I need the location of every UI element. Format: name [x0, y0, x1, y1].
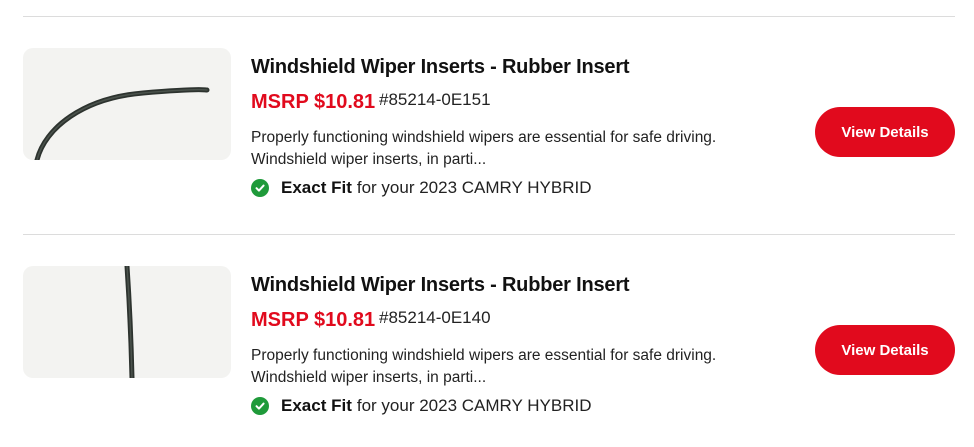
description-line: Windshield wiper inserts, in parti...	[251, 151, 487, 168]
part-number: #85214-0E151	[379, 90, 491, 109]
wiper-insert-straight-image	[124, 266, 135, 378]
product-card: Windshield Wiper Inserts - Rubber Insert…	[0, 48, 974, 248]
product-title[interactable]: Windshield Wiper Inserts - Rubber Insert	[251, 274, 630, 297]
exact-fit-label: Exact Fit	[281, 396, 352, 415]
fitment-info: Exact Fit for your 2023 CAMRY HYBRID	[251, 178, 592, 198]
divider	[23, 234, 955, 235]
product-description: Properly functioning windshield wipers a…	[251, 127, 781, 171]
product-image[interactable]	[23, 48, 231, 160]
divider	[23, 16, 955, 17]
description-line: Properly functioning windshield wipers a…	[251, 347, 717, 364]
exact-fit-label: Exact Fit	[281, 178, 352, 197]
product-description: Properly functioning windshield wipers a…	[251, 345, 781, 389]
view-details-button[interactable]: View Details	[815, 107, 955, 157]
product-card: Windshield Wiper Inserts - Rubber Insert…	[0, 266, 974, 447]
view-details-button[interactable]: View Details	[815, 325, 955, 375]
check-circle-icon	[251, 179, 269, 197]
product-list: Windshield Wiper Inserts - Rubber Insert…	[0, 0, 974, 447]
check-circle-icon	[251, 397, 269, 415]
product-price: MSRP $10.81	[251, 309, 376, 331]
fitment-info: Exact Fit for your 2023 CAMRY HYBRID	[251, 396, 592, 416]
wiper-insert-curved-image	[34, 87, 210, 160]
description-line: Windshield wiper inserts, in parti...	[251, 369, 487, 386]
product-title[interactable]: Windshield Wiper Inserts - Rubber Insert	[251, 56, 630, 79]
fit-vehicle-text: for your 2023 CAMRY HYBRID	[356, 178, 592, 197]
fit-vehicle-text: for your 2023 CAMRY HYBRID	[356, 396, 592, 415]
product-price: MSRP $10.81	[251, 91, 376, 113]
part-number: #85214-0E140	[379, 308, 491, 327]
description-line: Properly functioning windshield wipers a…	[251, 129, 717, 146]
product-image[interactable]	[23, 266, 231, 378]
